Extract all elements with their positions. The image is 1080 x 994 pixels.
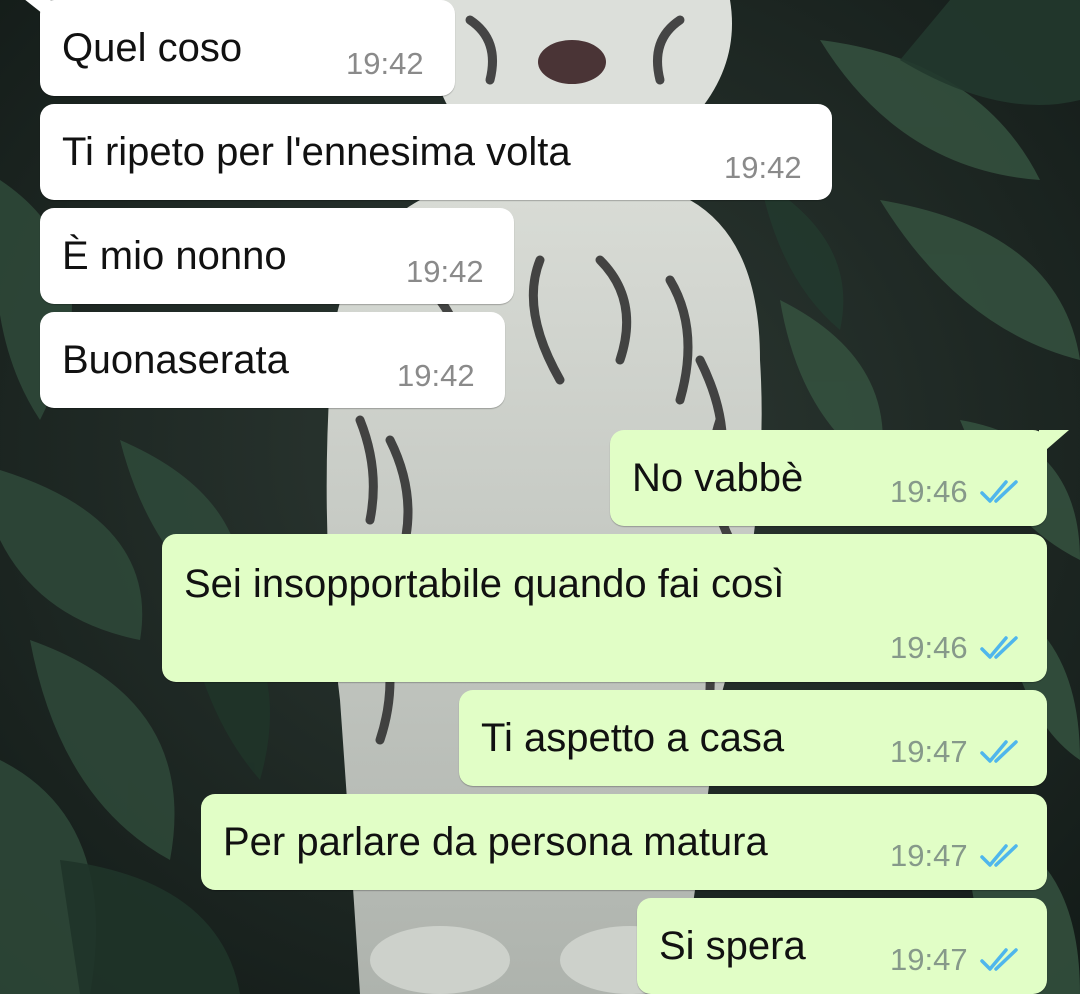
bubble-tail [25, 0, 51, 19]
incoming-message-bubble[interactable]: Buonaserata 19:42 [40, 312, 505, 408]
message-meta: 19:42 [406, 256, 484, 287]
double-check-icon [979, 739, 1018, 763]
incoming-message-bubble[interactable]: Quel coso 19:42 [25, 0, 455, 96]
message-text: Sei insopportabile quando fai così [184, 562, 785, 606]
message-meta: 19:42 [397, 360, 475, 391]
message-timestamp: 19:42 [406, 254, 484, 289]
bubble-tail [1039, 430, 1069, 456]
message-text: Buonaserata [62, 338, 289, 382]
incoming-message-bubble[interactable]: È mio nonno 19:42 [40, 208, 514, 304]
message-timestamp: 19:47 [890, 838, 968, 873]
message-meta: 19:42 [724, 152, 802, 183]
message-timestamp: 19:47 [890, 942, 968, 977]
message-meta: 19:42 [346, 48, 424, 79]
outgoing-message-bubble[interactable]: No vabbè 19:46 [610, 430, 1069, 526]
incoming-message-bubble[interactable]: Ti ripeto per l'ennesima volta 19:42 [40, 104, 832, 200]
message-text: Per parlare da persona matura [223, 820, 768, 864]
message-text: Ti ripeto per l'ennesima volta [62, 130, 571, 174]
message-timestamp: 19:42 [724, 150, 802, 185]
message-timestamp: 19:46 [890, 630, 968, 665]
message-timestamp: 19:46 [890, 474, 968, 509]
message-text: Quel coso [62, 26, 243, 70]
outgoing-message-bubble[interactable]: Sei insopportabile quando fai così 19:46 [162, 534, 1047, 682]
message-text: Ti aspetto a casa [481, 716, 785, 760]
outgoing-message-bubble[interactable]: Per parlare da persona matura 19:47 [201, 794, 1047, 890]
message-text: Si spera [659, 924, 806, 968]
double-check-icon [979, 947, 1018, 971]
message-timestamp: 19:42 [397, 358, 475, 393]
outgoing-message-bubble[interactable]: Si spera 19:47 [637, 898, 1047, 994]
message-text: No vabbè [632, 456, 804, 500]
message-timestamp: 19:47 [890, 734, 968, 769]
message-text: È mio nonno [62, 234, 287, 278]
message-meta: 19:46 [890, 476, 1022, 507]
message-meta: 19:46 [890, 632, 1022, 663]
double-check-icon [979, 479, 1018, 503]
outgoing-message-bubble[interactable]: Ti aspetto a casa 19:47 [459, 690, 1047, 786]
double-check-icon [979, 843, 1018, 867]
double-check-icon [979, 635, 1018, 659]
message-timestamp: 19:42 [346, 46, 424, 81]
message-meta: 19:47 [890, 944, 1022, 975]
message-meta: 19:47 [890, 736, 1022, 767]
message-meta: 19:47 [890, 840, 1022, 871]
